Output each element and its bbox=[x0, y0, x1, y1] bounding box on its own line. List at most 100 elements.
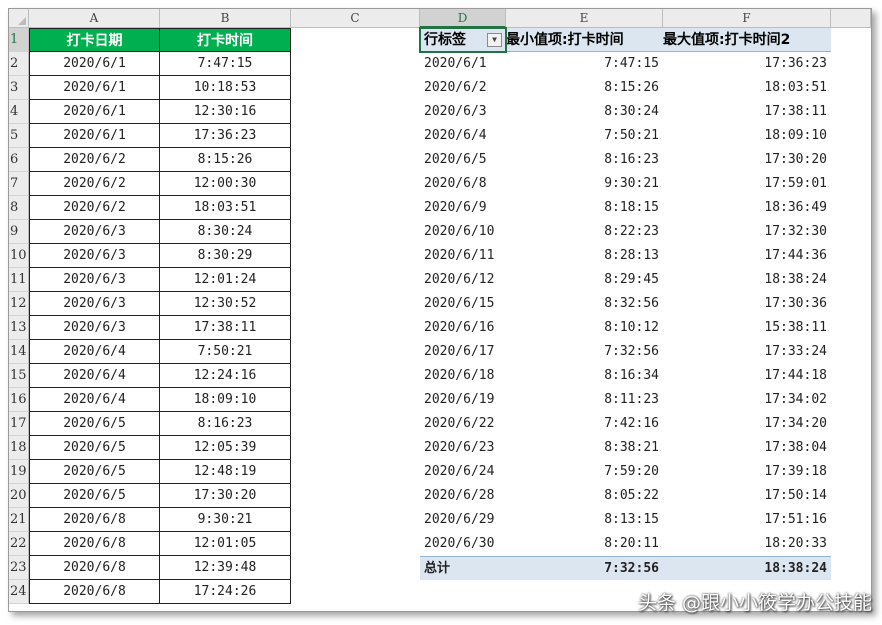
pivot-row-date[interactable]: 2020/6/28 bbox=[420, 484, 506, 508]
pivot-min-value[interactable]: 8:10:12 bbox=[506, 316, 663, 340]
cell-date[interactable]: 2020/6/2 bbox=[29, 148, 160, 172]
cell-time[interactable]: 7:50:21 bbox=[160, 340, 291, 364]
row-header-22[interactable]: 22 bbox=[9, 532, 29, 556]
cell-date[interactable]: 2020/6/1 bbox=[29, 52, 160, 76]
row-header-14[interactable]: 14 bbox=[9, 340, 29, 364]
row-header-3[interactable]: 3 bbox=[9, 76, 29, 100]
cell-date[interactable]: 2020/6/1 bbox=[29, 124, 160, 148]
row-header-16[interactable]: 16 bbox=[9, 388, 29, 412]
cell-date[interactable]: 2020/6/2 bbox=[29, 172, 160, 196]
row-header-23[interactable]: 23 bbox=[9, 556, 29, 580]
cell-time[interactable]: 12:48:19 bbox=[160, 460, 291, 484]
row-header-1[interactable]: 1 bbox=[9, 28, 29, 52]
row-header-11[interactable]: 11 bbox=[9, 268, 29, 292]
row-header-19[interactable]: 19 bbox=[9, 460, 29, 484]
cell-date[interactable]: 2020/6/5 bbox=[29, 412, 160, 436]
pivot-row-date[interactable]: 2020/6/16 bbox=[420, 316, 506, 340]
cell-date[interactable]: 2020/6/5 bbox=[29, 460, 160, 484]
row-header-13[interactable]: 13 bbox=[9, 316, 29, 340]
pivot-grand-total-min[interactable]: 7:32:56 bbox=[506, 556, 663, 580]
cell-date[interactable]: 2020/6/4 bbox=[29, 340, 160, 364]
pivot-min-value[interactable]: 7:50:21 bbox=[506, 124, 663, 148]
pivot-row-date[interactable]: 2020/6/17 bbox=[420, 340, 506, 364]
cell-date[interactable]: 2020/6/5 bbox=[29, 436, 160, 460]
pivot-max-value[interactable]: 15:38:11 bbox=[663, 316, 831, 340]
pivot-min-value[interactable]: 7:42:16 bbox=[506, 412, 663, 436]
pivot-max-value[interactable]: 18:38:24 bbox=[663, 268, 831, 292]
row-header-10[interactable]: 10 bbox=[9, 244, 29, 268]
select-all-corner[interactable] bbox=[9, 9, 29, 28]
cell-time[interactable]: 8:30:24 bbox=[160, 220, 291, 244]
cell-time[interactable]: 18:09:10 bbox=[160, 388, 291, 412]
pivot-min-value[interactable]: 8:22:23 bbox=[506, 220, 663, 244]
pivot-row-date[interactable]: 2020/6/10 bbox=[420, 220, 506, 244]
pivot-row-date[interactable]: 2020/6/11 bbox=[420, 244, 506, 268]
row-header-7[interactable]: 7 bbox=[9, 172, 29, 196]
pivot-max-value[interactable]: 17:44:36 bbox=[663, 244, 831, 268]
pivot-max-value[interactable]: 17:30:20 bbox=[663, 148, 831, 172]
cell-time[interactable]: 12:00:30 bbox=[160, 172, 291, 196]
column-header-e[interactable]: E bbox=[506, 9, 663, 28]
row-header-8[interactable]: 8 bbox=[9, 196, 29, 220]
pivot-max-value[interactable]: 17:36:23 bbox=[663, 52, 831, 76]
cell-time[interactable]: 12:01:24 bbox=[160, 268, 291, 292]
row-header-17[interactable]: 17 bbox=[9, 412, 29, 436]
pivot-row-date[interactable]: 2020/6/19 bbox=[420, 388, 506, 412]
column-header-b[interactable]: B bbox=[160, 9, 291, 28]
pivot-max-value[interactable]: 18:09:10 bbox=[663, 124, 831, 148]
cell-time[interactable]: 17:24:26 bbox=[160, 580, 291, 604]
cell-time[interactable]: 18:03:51 bbox=[160, 196, 291, 220]
pivot-row-date[interactable]: 2020/6/5 bbox=[420, 148, 506, 172]
row-header-24[interactable]: 24 bbox=[9, 580, 29, 604]
pivot-min-value[interactable]: 8:11:23 bbox=[506, 388, 663, 412]
pivot-min-value[interactable]: 8:29:45 bbox=[506, 268, 663, 292]
pivot-max-header[interactable]: 最大值项:打卡时间2 bbox=[663, 28, 831, 52]
pivot-min-header[interactable]: 最小值项:打卡时间 bbox=[506, 28, 663, 52]
pivot-max-value[interactable]: 17:44:18 bbox=[663, 364, 831, 388]
pivot-row-date[interactable]: 2020/6/30 bbox=[420, 532, 506, 556]
pivot-grand-total-max[interactable]: 18:38:24 bbox=[663, 556, 831, 580]
pivot-max-value[interactable]: 17:50:14 bbox=[663, 484, 831, 508]
pivot-row-date[interactable]: 2020/6/4 bbox=[420, 124, 506, 148]
cell-date[interactable]: 2020/6/5 bbox=[29, 484, 160, 508]
pivot-row-date[interactable]: 2020/6/2 bbox=[420, 76, 506, 100]
column-header-d[interactable]: D bbox=[420, 9, 506, 28]
row-header-12[interactable]: 12 bbox=[9, 292, 29, 316]
cell-date[interactable]: 2020/6/8 bbox=[29, 580, 160, 604]
cell-time[interactable]: 12:30:52 bbox=[160, 292, 291, 316]
pivot-max-value[interactable]: 18:36:49 bbox=[663, 196, 831, 220]
pivot-row-date[interactable]: 2020/6/24 bbox=[420, 460, 506, 484]
row-header-18[interactable]: 18 bbox=[9, 436, 29, 460]
pivot-row-date[interactable]: 2020/6/15 bbox=[420, 292, 506, 316]
cell-time[interactable]: 12:01:05 bbox=[160, 532, 291, 556]
pivot-min-value[interactable]: 8:30:24 bbox=[506, 100, 663, 124]
cell-date[interactable]: 2020/6/8 bbox=[29, 508, 160, 532]
row-header-20[interactable]: 20 bbox=[9, 484, 29, 508]
cell-time[interactable]: 12:05:39 bbox=[160, 436, 291, 460]
pivot-min-value[interactable]: 8:05:22 bbox=[506, 484, 663, 508]
cell-date[interactable]: 2020/6/3 bbox=[29, 220, 160, 244]
pivot-row-date[interactable]: 2020/6/9 bbox=[420, 196, 506, 220]
cell-date[interactable]: 2020/6/8 bbox=[29, 532, 160, 556]
pivot-min-value[interactable]: 8:38:21 bbox=[506, 436, 663, 460]
pivot-max-value[interactable]: 18:03:51 bbox=[663, 76, 831, 100]
cell-time[interactable]: 17:38:11 bbox=[160, 316, 291, 340]
cell-time[interactable]: 8:15:26 bbox=[160, 148, 291, 172]
pivot-min-value[interactable]: 8:16:34 bbox=[506, 364, 663, 388]
cell-time[interactable]: 12:30:16 bbox=[160, 100, 291, 124]
cell-date[interactable]: 2020/6/1 bbox=[29, 100, 160, 124]
cell-time[interactable]: 12:39:48 bbox=[160, 556, 291, 580]
cell-time[interactable]: 8:30:29 bbox=[160, 244, 291, 268]
pivot-min-value[interactable]: 9:30:21 bbox=[506, 172, 663, 196]
row-header-4[interactable]: 4 bbox=[9, 100, 29, 124]
column-header-a[interactable]: A bbox=[29, 9, 160, 28]
cell-date[interactable]: 2020/6/8 bbox=[29, 556, 160, 580]
pivot-min-value[interactable]: 8:15:26 bbox=[506, 76, 663, 100]
pivot-max-value[interactable]: 17:38:04 bbox=[663, 436, 831, 460]
column-header-c[interactable]: C bbox=[291, 9, 420, 28]
pivot-row-date[interactable]: 2020/6/18 bbox=[420, 364, 506, 388]
cell-b1-time-header[interactable]: 打卡时间 bbox=[160, 28, 291, 52]
pivot-max-value[interactable]: 18:20:33 bbox=[663, 532, 831, 556]
pivot-row-date[interactable]: 2020/6/1 bbox=[420, 52, 506, 76]
pivot-row-date[interactable]: 2020/6/8 bbox=[420, 172, 506, 196]
